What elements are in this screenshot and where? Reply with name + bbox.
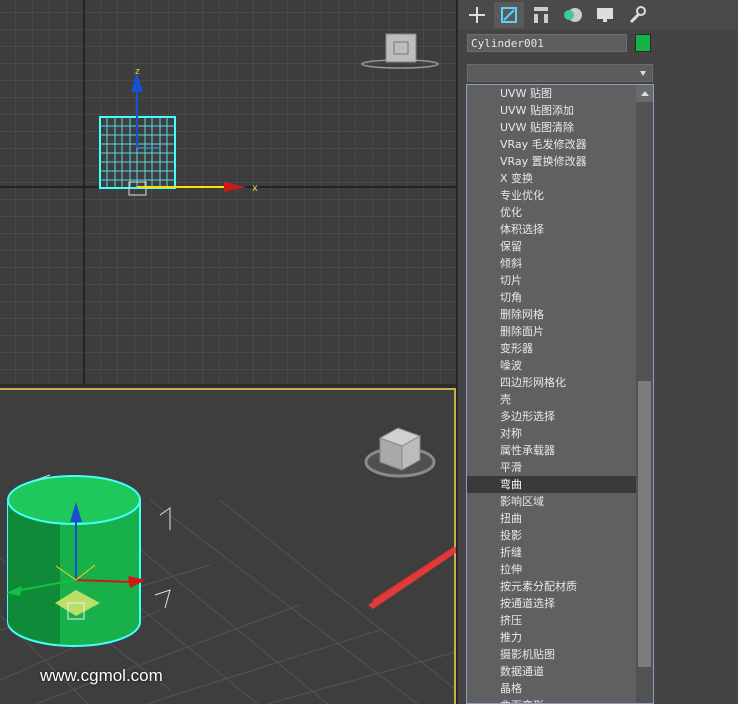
- front-viewport[interactable]: x z: [0, 0, 456, 384]
- modifier-list-item[interactable]: 属性承载器: [467, 442, 637, 459]
- modifier-list-item[interactable]: 体积选择: [467, 221, 637, 238]
- modifier-list-item[interactable]: 切片: [467, 272, 637, 289]
- modifier-list-item[interactable]: 按通道选择: [467, 595, 637, 612]
- scrollbar-thumb[interactable]: [638, 381, 651, 667]
- modifier-list-item[interactable]: VRay 毛发修改器: [467, 136, 637, 153]
- modify-tab[interactable]: [494, 2, 524, 28]
- object-color-swatch[interactable]: [635, 34, 651, 52]
- modifier-list-item[interactable]: UVW 贴图清除: [467, 119, 637, 136]
- x-axis-label: x: [252, 183, 258, 194]
- modifier-list-item[interactable]: 四边形网格化: [467, 374, 637, 391]
- display-icon: [597, 8, 613, 22]
- modifier-list-item[interactable]: 优化: [467, 204, 637, 221]
- modifier-list-item[interactable]: 删除网格: [467, 306, 637, 323]
- modifier-list-item[interactable]: 摄影机贴图: [467, 646, 637, 663]
- front-viewport-canvas: x z: [0, 0, 456, 384]
- modifier-list-item[interactable]: 倾斜: [467, 255, 637, 272]
- motion-icon: [564, 8, 582, 22]
- modifier-list-items: UVW 贴图 UVW 贴图添加 UVW 贴图清除 VRay 毛发修改器 VRay 置换修…: [467, 85, 637, 703]
- modifier-list-item[interactable]: 影响区域: [467, 493, 637, 510]
- chevron-down-icon: [640, 71, 646, 76]
- z-axis-label: z: [135, 67, 140, 77]
- modifier-list-item[interactable]: X 变换: [467, 170, 637, 187]
- modifier-list-item[interactable]: 曲面变形: [467, 697, 637, 703]
- command-panel: Cylinder001 UVW 贴图 UVW 贴图添加 UVW 贴图清除 VRay 毛…: [458, 0, 738, 704]
- modifier-list-item[interactable]: 拉伸: [467, 561, 637, 578]
- modifier-list-item[interactable]: 推力: [467, 629, 637, 646]
- display-tab[interactable]: [590, 2, 620, 28]
- modifier-list[interactable]: UVW 贴图 UVW 贴图添加 UVW 贴图清除 VRay 毛发修改器 VRay 置换修…: [466, 84, 654, 704]
- modifier-list-item[interactable]: 切角: [467, 289, 637, 306]
- hierarchy-icon: [534, 7, 548, 23]
- scroll-up-icon[interactable]: [636, 85, 653, 102]
- hierarchy-tab[interactable]: [526, 2, 556, 28]
- modifier-list-item[interactable]: 壳: [467, 391, 637, 408]
- utilities-icon: [629, 6, 646, 24]
- modifier-list-item[interactable]: 数据通道: [467, 663, 637, 680]
- utilities-tab[interactable]: [622, 2, 652, 28]
- object-name-field[interactable]: Cylinder001: [467, 34, 627, 52]
- modifier-list-item[interactable]: VRay 置换修改器: [467, 153, 637, 170]
- modifier-list-item[interactable]: 多边形选择: [467, 408, 637, 425]
- modify-icon: [501, 7, 517, 23]
- modifier-list-item[interactable]: 噪波: [467, 357, 637, 374]
- modifier-list-dropdown[interactable]: [467, 64, 653, 82]
- modifier-list-item[interactable]: 折缝: [467, 544, 637, 561]
- modifier-list-item[interactable]: 扭曲: [467, 510, 637, 527]
- modifier-list-item[interactable]: 按元素分配材质: [467, 578, 637, 595]
- modifier-list-item[interactable]: 对称: [467, 425, 637, 442]
- perspective-viewcube[interactable]: [364, 427, 436, 478]
- modifier-list-item[interactable]: 平滑: [467, 459, 637, 476]
- modifier-list-item[interactable]: 挤压: [467, 612, 637, 629]
- watermark: www.cgmol.com: [40, 666, 163, 685]
- modifier-list-scrollbar[interactable]: [636, 85, 653, 703]
- modifier-list-item[interactable]: 专业优化: [467, 187, 637, 204]
- cylinder-object[interactable]: [7, 475, 141, 647]
- modifier-list-item[interactable]: 删除面片: [467, 323, 637, 340]
- modifier-list-item[interactable]: 晶格: [467, 680, 637, 697]
- motion-tab[interactable]: [558, 2, 588, 28]
- modifier-list-item[interactable]: 变形器: [467, 340, 637, 357]
- plus-icon: [469, 7, 485, 23]
- modifier-list-item[interactable]: UVW 贴图: [467, 85, 637, 102]
- create-tab[interactable]: [462, 2, 492, 28]
- modifier-list-item[interactable]: 保留: [467, 238, 637, 255]
- modifier-list-item[interactable]: UVW 贴图添加: [467, 102, 637, 119]
- command-panel-tabs: [458, 0, 738, 30]
- modifier-list-item[interactable]: 投影: [467, 527, 637, 544]
- modifier-list-item[interactable]: 弯曲: [467, 476, 637, 493]
